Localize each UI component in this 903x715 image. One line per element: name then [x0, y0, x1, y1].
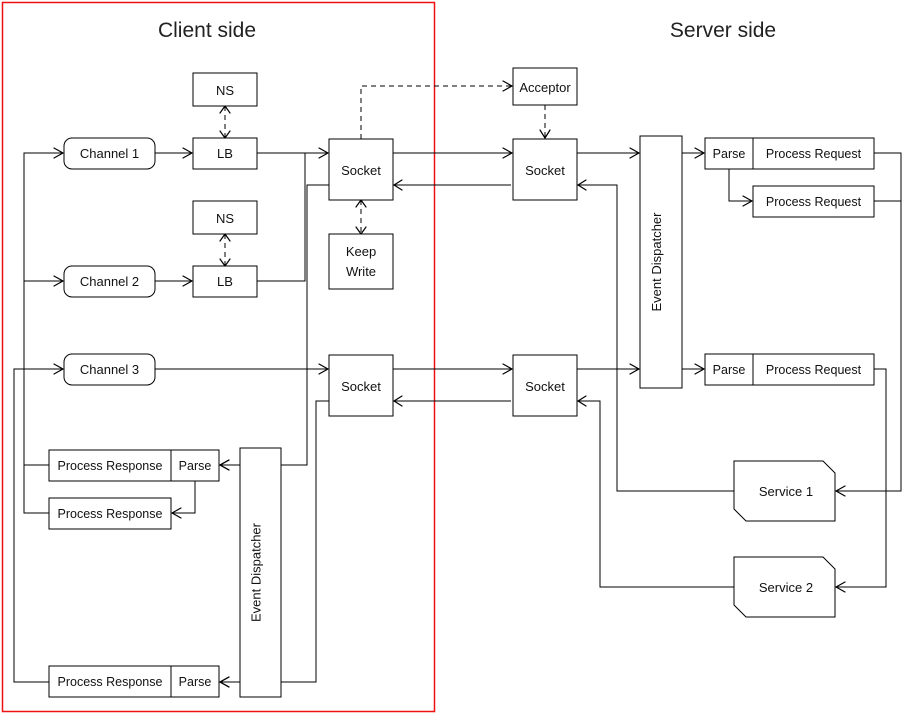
node-client-socket-2[interactable]: Socket [328, 354, 394, 417]
node-service-1[interactable]: Service 1 [733, 460, 836, 522]
process-response-2-label: Process Response [58, 507, 163, 521]
page-title-client: Client side [158, 19, 256, 42]
architecture-diagram: Client side Server side NS NS LB LB Chan… [0, 0, 903, 715]
node-lb-2[interactable]: LB [192, 265, 258, 298]
edge-channel1-lb1 [155, 147, 193, 159]
edge-socket1-acceptor [360, 80, 513, 139]
node-process-request-1[interactable]: Process Request [752, 137, 875, 170]
process-request-3-label: Process Request [766, 363, 862, 377]
ns-1-label: NS [216, 83, 234, 98]
edge-request3-service2 [835, 368, 887, 593]
channel-1-label: Channel 1 [80, 146, 139, 161]
edge-channel2-lb2 [155, 275, 193, 287]
edge-response1-channel1 [23, 147, 64, 466]
node-ns-1[interactable]: NS [192, 72, 258, 107]
service-2-label: Service 2 [759, 580, 813, 595]
node-server-socket-1[interactable]: Socket [512, 138, 578, 201]
edge-lb1-socket1 [257, 147, 329, 159]
node-keep-write[interactable]: Keep Write [328, 233, 394, 290]
edge-socket1-keepwrite [355, 199, 367, 235]
lb-1-label: LB [217, 146, 233, 161]
server-socket-1-label: Socket [525, 163, 565, 178]
edge-ns1-lb1 [219, 105, 231, 139]
node-channel-1[interactable]: Channel 1 [63, 137, 156, 170]
edge-lb2-socket1 [257, 153, 306, 282]
server-socket-2-label: Socket [525, 379, 565, 394]
acceptor-label: Acceptor [519, 80, 571, 95]
edge-serversocket2-clientsocket2 [393, 395, 511, 407]
node-channel-2[interactable]: Channel 2 [63, 265, 156, 298]
node-client-socket-1[interactable]: Socket [328, 138, 394, 201]
node-channel-3[interactable]: Channel 3 [63, 353, 156, 386]
node-process-request-3[interactable]: Process Request [752, 353, 875, 386]
edge-serverparse1-request2 [728, 169, 753, 207]
node-client-parse-2[interactable]: Parse [170, 665, 220, 698]
edge-serversocket1-dispatcher [577, 147, 640, 159]
node-client-event-dispatcher[interactable]: Event Dispatcher [239, 447, 282, 698]
process-response-1-label: Process Response [58, 459, 163, 473]
node-server-parse-2[interactable]: Parse [704, 353, 754, 386]
keep-write-label-line1: Keep [346, 244, 376, 259]
edge-clientparse1-response2 [171, 481, 196, 519]
edge-dispatcher-serverparse1 [682, 147, 705, 159]
node-process-request-2[interactable]: Process Request [752, 185, 875, 218]
node-process-response-1[interactable]: Process Response [48, 449, 172, 482]
client-parse-1-label: Parse [179, 459, 212, 473]
channel-2-label: Channel 2 [80, 274, 139, 289]
lb-2-label: LB [217, 274, 233, 289]
edge-serversocket2-dispatcher [577, 363, 640, 375]
edge-channel3-socket2 [155, 363, 329, 375]
node-client-parse-1[interactable]: Parse [170, 449, 220, 482]
node-process-response-2[interactable]: Process Response [48, 497, 172, 530]
client-socket-2-label: Socket [341, 379, 381, 394]
client-socket-1-label: Socket [341, 163, 381, 178]
process-request-1-label: Process Request [766, 147, 862, 161]
edge-dispatcher-serverparse2 [682, 363, 705, 375]
keep-write-label-line2: Write [346, 264, 376, 279]
server-parse-1-label: Parse [713, 147, 746, 161]
server-parse-2-label: Parse [713, 363, 746, 377]
edge-clientsocket1-serversocket1 [393, 147, 513, 159]
edge-acceptor-serversocket1 [539, 105, 551, 139]
edge-clientdispatcher-parse1 [219, 459, 240, 471]
node-process-response-3[interactable]: Process Response [48, 665, 172, 698]
node-service-2[interactable]: Service 2 [733, 556, 836, 618]
node-server-socket-2[interactable]: Socket [512, 354, 578, 417]
client-event-dispatcher-label: Event Dispatcher [249, 522, 264, 622]
node-server-event-dispatcher[interactable]: Event Dispatcher [639, 135, 683, 389]
server-event-dispatcher-label: Event Dispatcher [649, 212, 664, 312]
node-acceptor[interactable]: Acceptor [512, 67, 578, 106]
edge-clientdispatcher-parse2 [219, 676, 240, 688]
ns-2-label: NS [216, 211, 234, 226]
process-request-2-label: Process Request [766, 195, 862, 209]
edge-ns2-lb2 [219, 233, 231, 267]
node-server-parse-1[interactable]: Parse [704, 137, 754, 170]
client-parse-2-label: Parse [179, 675, 212, 689]
service-1-label: Service 1 [759, 484, 813, 499]
edge-clientsocket2-serversocket2 [393, 363, 513, 375]
channel-3-label: Channel 3 [80, 362, 139, 377]
process-response-3-label: Process Response [58, 675, 163, 689]
page-title-server: Server side [670, 19, 776, 42]
node-lb-1[interactable]: LB [192, 137, 258, 170]
edge-serversocket1-clientsocket1 [393, 179, 511, 191]
node-ns-2[interactable]: NS [192, 200, 258, 235]
